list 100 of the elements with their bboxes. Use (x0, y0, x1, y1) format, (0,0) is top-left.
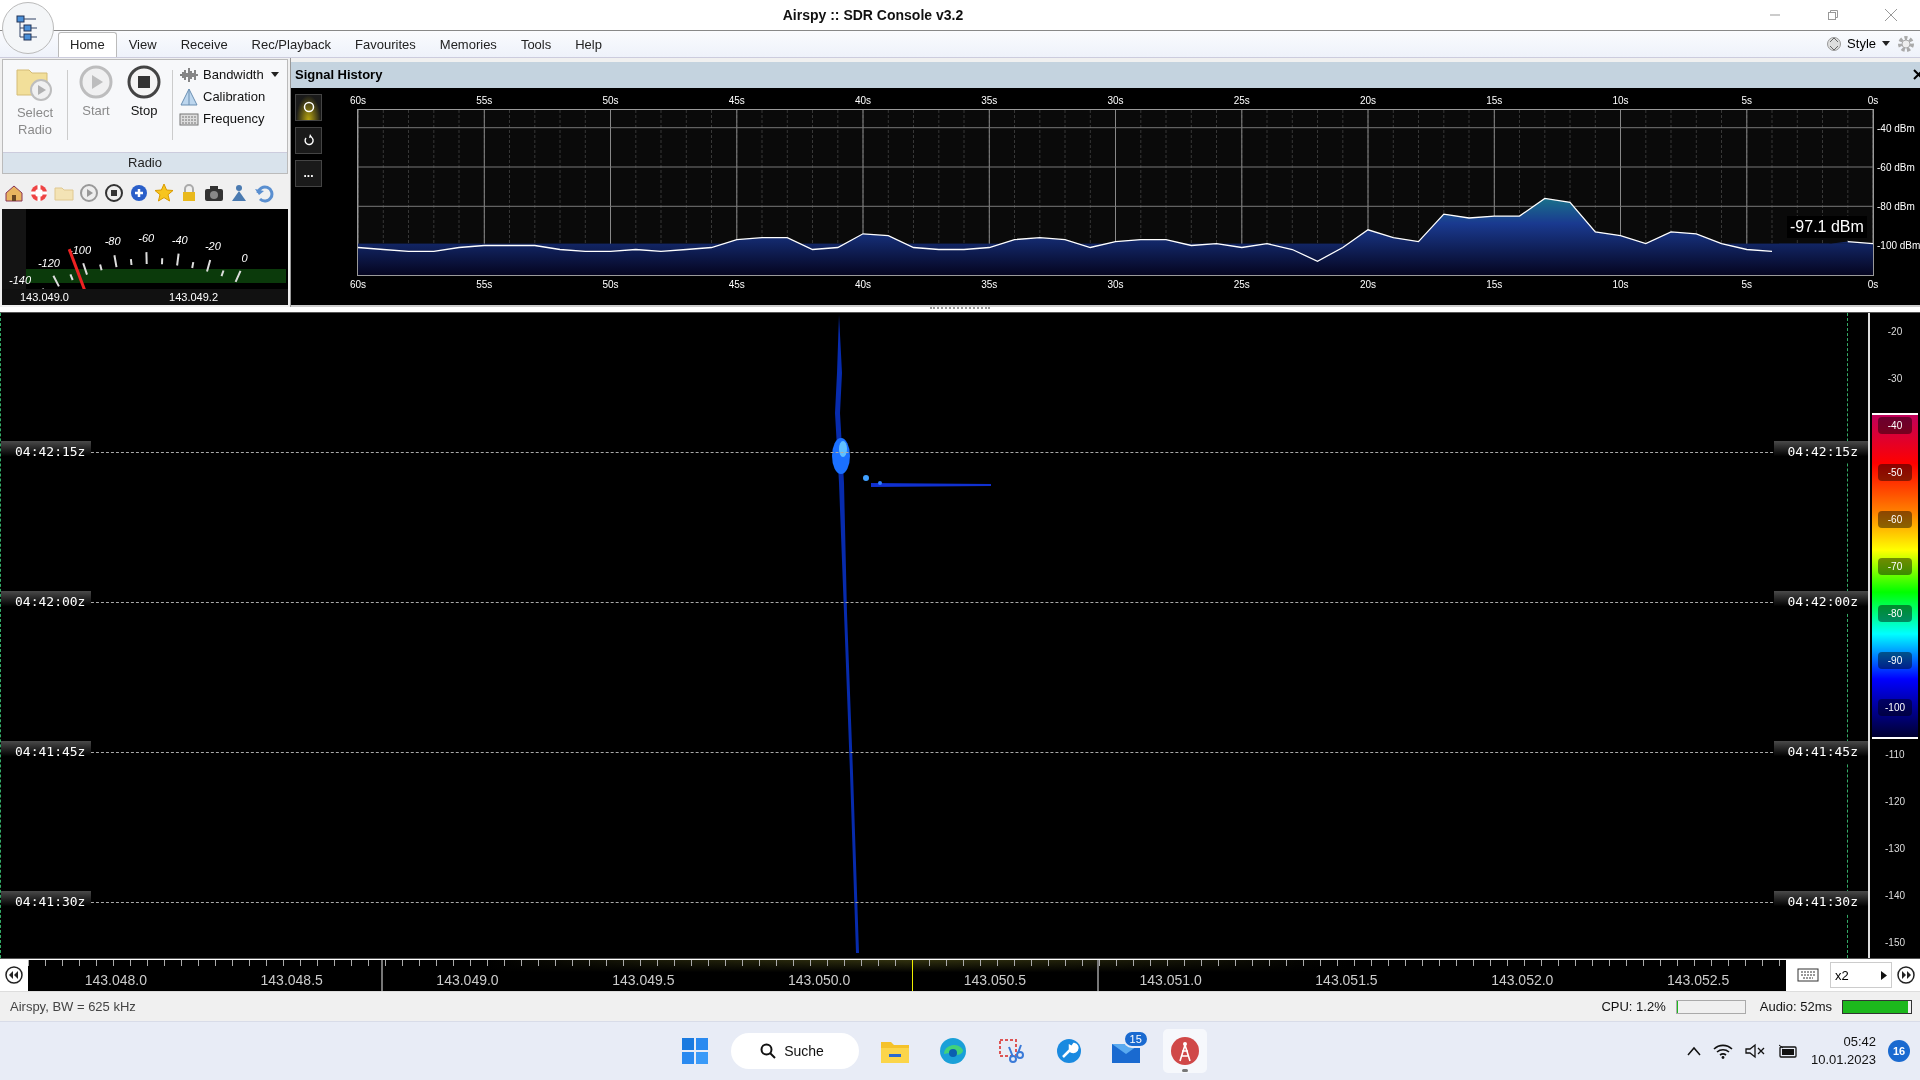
color-scale-label: -90 (1878, 651, 1912, 669)
level-axis-label: -40 dBm (1877, 122, 1915, 134)
time-axis-label: 10s (1612, 278, 1629, 290)
color-scale-label: -20 (1886, 324, 1904, 339)
more-button[interactable]: ... (295, 159, 322, 187)
notification-count[interactable]: 16 (1888, 1040, 1910, 1063)
menu-tab[interactable]: Receive (168, 31, 240, 57)
start-icon (681, 1037, 710, 1066)
lifebuoy-icon[interactable] (29, 182, 49, 203)
time-axis-label: 45s (728, 278, 745, 290)
frequency-button[interactable]: Frequency (177, 107, 281, 130)
meter-scale-label: -60 (138, 232, 155, 244)
cpu-meter (1675, 999, 1746, 1014)
time-marker: 04:41:45z (1773, 740, 1868, 763)
frequency-label: 143.050.5 (962, 971, 1028, 990)
muted-speaker-icon[interactable] (1744, 1043, 1765, 1060)
level-axis-label: -80 dBm (1877, 200, 1915, 212)
refresh-icon (302, 134, 315, 147)
time-axis-label: 20s (1359, 94, 1377, 106)
circle-icon (302, 101, 315, 114)
panel-title: Signal History (295, 67, 383, 83)
time-axis-label: 35s (981, 94, 998, 106)
color-scale-label: -120 (1884, 794, 1906, 809)
search-icon (760, 1043, 777, 1060)
menu-tab[interactable]: Rec/Playback (239, 31, 344, 57)
color-scale-label: -80 (1878, 604, 1912, 622)
frequency-label: 143.048.0 (83, 971, 149, 990)
meter-scale-label: -100 (69, 243, 91, 256)
meter-scale-label: 0 (241, 251, 248, 264)
signal-reading: -97.1 dBm (1787, 215, 1867, 238)
time-axis-label: 40s (854, 94, 872, 106)
color-scale-label: -130 (1884, 841, 1906, 856)
frequency-label: 143.048.5 (259, 971, 324, 990)
level-axis-label: -60 dBm (1877, 161, 1915, 173)
audio-meter (1842, 999, 1912, 1014)
circle-button[interactable] (295, 93, 322, 121)
keyboard-icon (1797, 968, 1819, 982)
wifi-icon[interactable] (1712, 1043, 1733, 1060)
taskbar-app[interactable] (1162, 1029, 1207, 1074)
frequency-scale[interactable]: 143.048.0 143.048.5 143.049.0 143.049.5 143.050.0 143.050.5 143.051.0 143.051.5 143.052.0 143.052.5 (28, 959, 1786, 991)
zoom-selector[interactable]: x2 (1830, 962, 1892, 988)
meter-scale-label: -80 (104, 235, 121, 248)
rewind-icon (4, 965, 24, 985)
frequency-label: 143.052.0 (1490, 971, 1555, 990)
level-axis-label: -100 dBm (1877, 239, 1920, 251)
time-axis-label: 25s (1233, 94, 1250, 106)
dropdown-caret-icon (270, 72, 279, 78)
prism-icon (179, 87, 199, 106)
app-menu-button[interactable] (2, 2, 54, 54)
browser-icon (937, 1036, 968, 1067)
time-axis-label: 50s (602, 94, 619, 106)
battery-icon[interactable] (1776, 1043, 1799, 1060)
menu-tab[interactable]: Favourites (343, 31, 428, 57)
audio-label: Audio: 52ms (1759, 999, 1832, 1015)
meter-frequency: 143.049.2 (169, 290, 218, 303)
color-scale-label: -70 (1878, 557, 1912, 575)
settings-icon[interactable] (1896, 33, 1916, 54)
taskbar-app[interactable]: 15 (1104, 1029, 1149, 1074)
person-icon[interactable] (229, 182, 249, 203)
style-dropdown[interactable]: Style (1847, 36, 1890, 52)
waveform-icon (179, 66, 199, 83)
wrench-icon (1055, 1038, 1082, 1065)
add-icon[interactable] (129, 182, 149, 203)
play-icon[interactable] (79, 182, 99, 203)
time-axis-label: 25s (1233, 278, 1250, 290)
frequency-label: 143.049.5 (611, 971, 676, 990)
color-scale-label: -40 (1878, 416, 1912, 434)
frequency-label: 143.052.5 (1665, 971, 1731, 990)
stop-icon (126, 63, 162, 100)
refresh-button[interactable] (295, 126, 322, 154)
search-box[interactable]: Suche (731, 1033, 859, 1070)
notification-badge: 15 (1122, 1030, 1149, 1049)
color-scale-label: -110 (1884, 747, 1906, 762)
calibration-button[interactable]: Calibration (177, 85, 281, 108)
color-scale-label: -100 (1878, 698, 1912, 716)
time-marker: 04:42:15z (1773, 440, 1868, 463)
time-axis-label: 10s (1612, 94, 1629, 106)
stop-icon[interactable] (104, 182, 124, 203)
menu-tab[interactable]: Home (58, 31, 117, 57)
star-icon[interactable] (154, 182, 174, 203)
cpu-label: CPU: 1.2% (1601, 999, 1666, 1015)
time-marker: 04:42:00z (1773, 590, 1868, 613)
bandwidth-button[interactable]: Bandwidth (177, 63, 281, 86)
frequency-label: 143.051.5 (1314, 971, 1379, 990)
time-axis-label: 15s (1486, 94, 1503, 106)
fast-forward-icon (1896, 965, 1916, 985)
clock[interactable]: 05:42 10.01.2023 (1810, 1033, 1876, 1070)
time-axis-label: 0s (1867, 278, 1879, 290)
color-scale-label: -150 (1884, 935, 1906, 950)
stop-radio-button[interactable]: Stop (120, 63, 168, 119)
close-icon (1884, 8, 1898, 22)
chevron-up-icon[interactable] (1686, 1046, 1701, 1057)
menu-tab[interactable]: View (116, 31, 169, 57)
time-axis-label: 20s (1359, 278, 1377, 290)
frequency-label: 143.051.0 (1138, 971, 1203, 990)
group-label: Radio (3, 151, 287, 173)
status-text: Airspy, BW = 625 kHz (10, 999, 136, 1015)
menu-tab[interactable]: Help (563, 31, 614, 57)
menu-tab[interactable]: Tools (508, 31, 564, 57)
menu-tab[interactable]: Memories (427, 31, 509, 57)
